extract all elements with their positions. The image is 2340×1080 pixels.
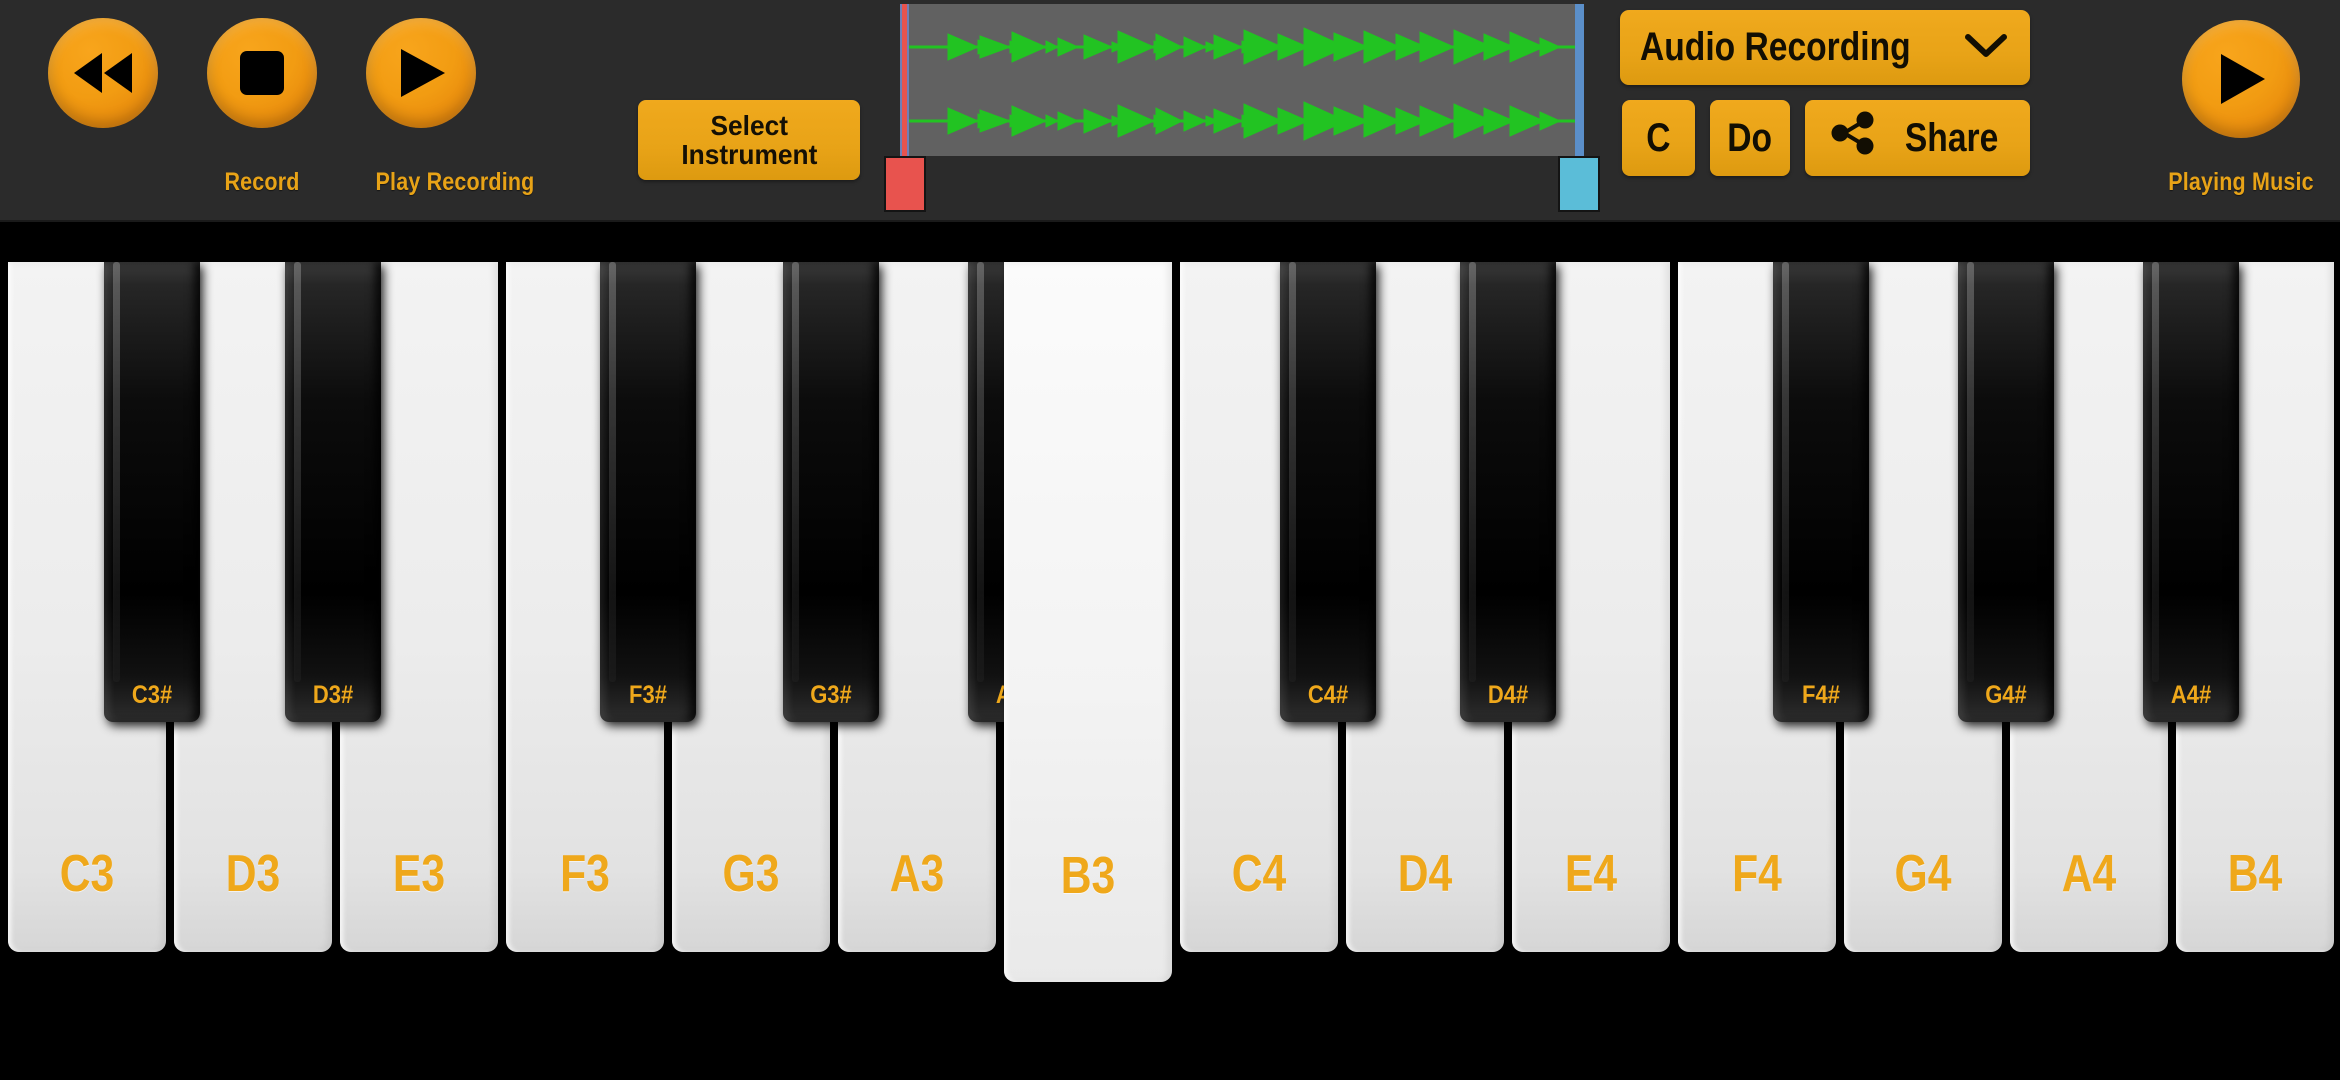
rewind-button[interactable] [48,18,158,128]
white-key-label: A3 [889,845,945,903]
stop-square-icon [238,49,286,97]
record-button[interactable] [207,18,317,128]
white-key-label: E3 [392,845,446,903]
share-button[interactable]: Share [1805,100,2030,176]
black-key-f3-sharp[interactable]: F3# [600,262,696,722]
white-key-b3[interactable]: B3 [1004,262,1172,982]
black-key-label: C3# [131,681,173,709]
black-key-a4-sharp[interactable]: A4# [2143,262,2239,722]
recording-type-value: Audio Recording [1640,25,1911,69]
black-key-d3-sharp[interactable]: D3# [285,262,381,722]
play-recording-button[interactable] [366,18,476,128]
white-key-label: F3 [560,845,610,903]
piano-app: Record Play Recording Select Instrument [0,0,2340,1080]
black-key-d4-sharp[interactable]: D4# [1460,262,1556,722]
piano-keyboard: C3 D3 E3 F3 G3 A3 B3 C4 D4 E4 F4 G4 A4 B… [8,262,2334,982]
black-key-label: D3# [312,681,354,709]
waveform-editor[interactable] [884,4,1600,212]
white-key-label: D4 [1397,845,1453,903]
white-key-label: G4 [1894,845,1952,903]
recording-type-dropdown[interactable]: Audio Recording [1620,10,2030,85]
black-key-label: F4# [1802,681,1840,709]
share-label: Share [1904,115,1999,160]
white-key-label: G3 [722,845,780,903]
black-key-label: G4# [1985,681,2027,709]
trim-marker-left-line [900,4,909,156]
select-instrument-line1: Select [710,109,788,141]
play-recording-label: Play Recording [375,168,535,196]
record-label: Record [224,168,300,196]
black-key-label: D4# [1487,681,1529,709]
black-key-c4-sharp[interactable]: C4# [1280,262,1376,722]
trim-marker-right-line [1575,4,1584,156]
playing-music-button[interactable] [2182,20,2300,138]
note-naming-c-button[interactable]: C [1622,100,1695,176]
white-key-label: C4 [1231,845,1287,903]
trim-handle-left[interactable] [884,156,926,212]
trim-handle-right[interactable] [1558,156,1600,212]
white-key-label: C3 [59,845,115,903]
black-key-g3-sharp[interactable]: G3# [783,262,879,722]
black-key-label: C4# [1307,681,1349,709]
waveform-channel-left [906,20,1578,74]
black-key-g4-sharp[interactable]: G4# [1958,262,2054,722]
note-naming-c-label: C [1646,115,1671,160]
note-naming-do-button[interactable]: Do [1710,100,1790,176]
share-network-icon [1828,108,1878,168]
black-key-label: A4# [2170,681,2212,709]
white-key-label: B4 [2227,845,2283,903]
white-key-label: A4 [2061,845,2117,903]
white-key-label: E4 [1564,845,1618,903]
play-triangle-icon [2212,50,2270,108]
white-key-label: F4 [1732,845,1782,903]
chevron-down-icon [1964,31,2008,64]
play-triangle-icon [394,47,448,99]
white-key-label: D3 [225,845,281,903]
top-toolbar: Record Play Recording Select Instrument [0,0,2340,222]
black-key-c3-sharp[interactable]: C3# [104,262,200,722]
black-key-label: F3# [629,681,667,709]
waveform-channel-right [906,94,1578,148]
rewind-icon [71,51,135,95]
waveform-panel [906,4,1578,156]
black-key-label: G3# [810,681,852,709]
black-key-f4-sharp[interactable]: F4# [1773,262,1869,722]
select-instrument-button[interactable]: Select Instrument [638,100,860,180]
white-key-label: B3 [1060,847,1116,905]
playing-music-label: Playing Music [2168,168,2314,196]
select-instrument-line2: Instrument [680,139,818,170]
note-naming-do-label: Do [1727,115,1773,160]
